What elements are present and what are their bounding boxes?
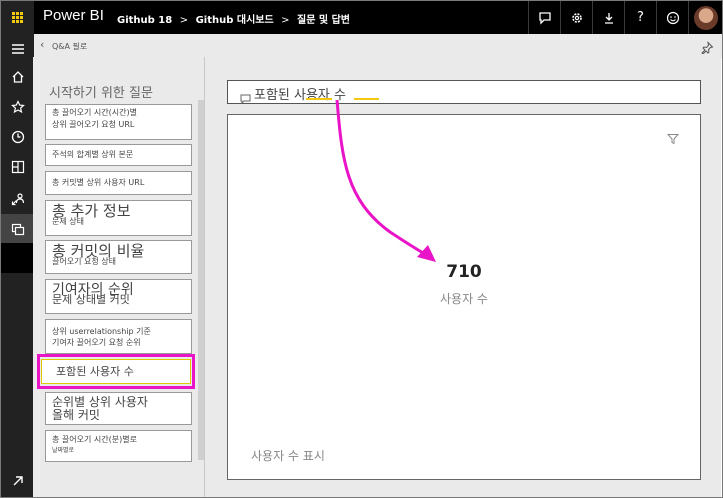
question-text: 총 끌어오기 시간(시간)별 bbox=[52, 108, 137, 117]
qa-subheader: ‹ Q&A 필로 bbox=[34, 34, 722, 58]
expand-arrow-icon[interactable] bbox=[1, 466, 34, 496]
term-underline bbox=[354, 98, 379, 100]
avatar[interactable] bbox=[688, 1, 722, 34]
question-item[interactable]: 총 커밋의 비율 끌어오기 요청 상태 bbox=[45, 240, 192, 274]
question-item[interactable]: 순위별 상위 사용자 올해 커밋 bbox=[45, 392, 192, 425]
question-item[interactable]: 총 커밋별 상위 사용자 URL bbox=[45, 171, 192, 195]
question-text: 총 커밋별 상위 사용자 URL bbox=[52, 178, 145, 187]
menu-icon[interactable] bbox=[1, 34, 34, 64]
question-text: 총 끌어오기 시간(분)별로 bbox=[52, 435, 137, 444]
rail-selection-indicator bbox=[1, 243, 34, 273]
brand-title[interactable]: Power BI bbox=[43, 7, 104, 24]
breadcrumb-current: 질문 및 답변 bbox=[297, 15, 351, 26]
breadcrumb-separator: > bbox=[281, 15, 290, 26]
question-item[interactable]: 총 끌어오기 시간(시간)별 상위 끌어오기 요청 URL bbox=[45, 104, 192, 140]
shared-icon[interactable] bbox=[1, 184, 34, 214]
question-text: 상위 userrelationship 기준 bbox=[52, 327, 151, 336]
nav-rail bbox=[1, 34, 34, 497]
question-text: 주석의 합계별 상위 본문 bbox=[52, 150, 134, 159]
question-text: 올해 커밋 bbox=[52, 408, 100, 422]
filter-icon[interactable] bbox=[666, 130, 680, 149]
breadcrumb-workspace[interactable]: Github 18 bbox=[117, 15, 172, 26]
topbar-actions: ? bbox=[528, 1, 722, 34]
questions-pane-title: 시작하기 위한 질문 bbox=[49, 86, 153, 101]
question-text: 기여자 끌어오기 요청 순위 bbox=[52, 338, 141, 347]
questions-scrollbar[interactable] bbox=[198, 100, 204, 460]
breadcrumb-separator: > bbox=[179, 15, 189, 26]
highlight-frame bbox=[37, 354, 195, 389]
question-text: 날짜별로 bbox=[52, 447, 75, 454]
question-item[interactable]: 상위 userrelationship 기준 기여자 끌어오기 요청 순위 bbox=[45, 319, 192, 354]
breadcrumb: Github 18 > Github 대시보드 > 질문 및 답변 bbox=[117, 11, 354, 26]
question-item[interactable]: 총 추가 정보 문제 상태 bbox=[45, 200, 192, 236]
clock-icon[interactable] bbox=[1, 122, 34, 152]
question-item[interactable]: 주석의 합계별 상위 본문 bbox=[45, 144, 192, 166]
question-text: 문제 상태별 커밋 bbox=[52, 293, 130, 306]
breadcrumb-dashboard[interactable]: Github 대시보드 bbox=[196, 11, 274, 26]
question-text: 순위별 상위 사용자 bbox=[52, 395, 148, 409]
visual-restatement: 사용자 수 표시 bbox=[251, 449, 325, 463]
speech-bubble-icon bbox=[240, 89, 251, 108]
question-item[interactable]: 기여자의 순위 문제 상태별 커밋 bbox=[45, 279, 192, 314]
question-item[interactable]: 총 끌어오기 시간(분)별로 날짜별로 bbox=[45, 430, 192, 462]
download-icon[interactable] bbox=[592, 1, 624, 34]
term-underline bbox=[306, 98, 332, 100]
chat-icon[interactable] bbox=[528, 1, 560, 34]
qa-question-text: 포함된 사용자 수 bbox=[254, 88, 346, 103]
question-text: 상위 끌어오기 요청 URL bbox=[52, 120, 135, 129]
apps-icon[interactable] bbox=[1, 152, 34, 182]
qa-back-label[interactable]: Q&A 필로 bbox=[52, 41, 87, 52]
top-bar: Power BI Github 18 > Github 대시보드 > 질문 및 … bbox=[1, 1, 722, 34]
pin-icon[interactable] bbox=[701, 39, 714, 58]
star-icon[interactable] bbox=[1, 92, 34, 122]
workspaces-icon[interactable] bbox=[1, 214, 34, 244]
user-photo bbox=[693, 5, 718, 30]
result-label: 사용자 수 bbox=[440, 292, 488, 306]
result-value: 710 bbox=[446, 262, 482, 282]
home-icon[interactable] bbox=[1, 62, 34, 92]
help-icon[interactable]: ? bbox=[624, 1, 656, 34]
app-launcher-icon[interactable] bbox=[1, 1, 34, 34]
gear-icon[interactable] bbox=[560, 1, 592, 34]
smiley-icon[interactable] bbox=[656, 1, 688, 34]
back-chevron-icon[interactable]: ‹ bbox=[40, 38, 44, 51]
